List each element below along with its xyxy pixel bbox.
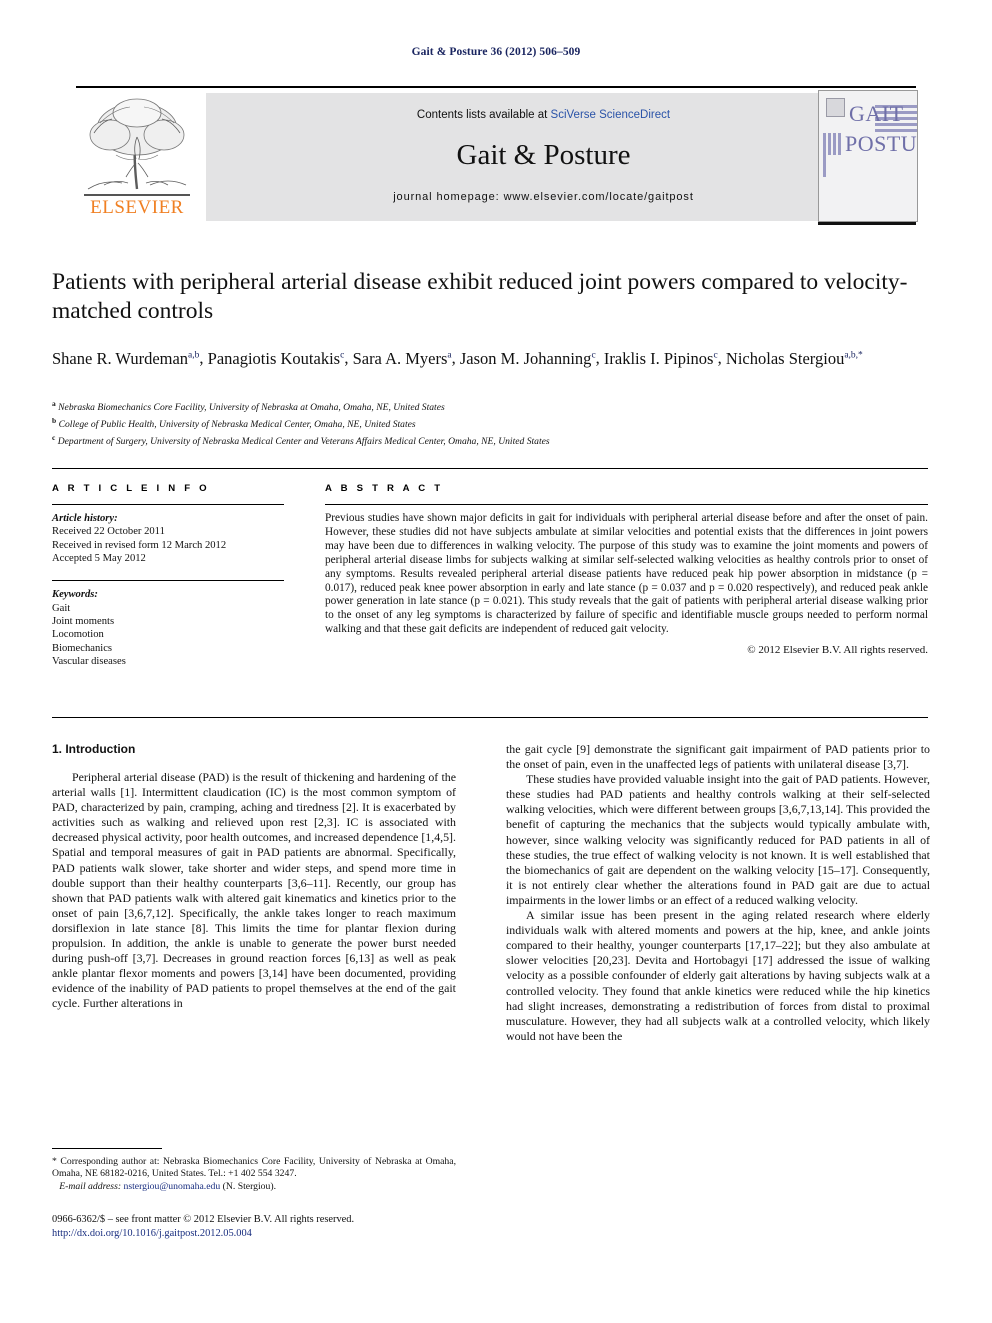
abstract-text: Previous studies have shown major defici… [325,512,928,636]
intro-paragraph-right-3: A similar issue has been present in the … [506,908,930,1043]
doi-link[interactable]: http://dx.doi.org/10.1016/j.gaitpost.201… [52,1227,482,1241]
keywords-label: Keywords: [52,589,98,601]
keywords-block: Keywords: Gait Joint moments Locomotion … [52,588,284,668]
article-history-item: Received 22 October 2011 [52,526,165,538]
author-list: Shane R. Wurdemana,b, Panagiotis Koutaki… [52,348,863,368]
author-entry: Panagiotis Koutakisc [208,349,345,368]
contents-prefix: Contents lists available at [416,109,551,121]
journal-article-page: Gait & Posture 36 (2012) 506–509 ELSEVIE… [0,0,992,1323]
journal-band: Contents lists available at SciVerse Sci… [206,93,881,221]
section-heading-introduction: 1. Introduction [52,742,136,756]
affiliation-mark: b [52,415,57,425]
intro-paragraph-right-1: the gait cycle [9] demonstrate the signi… [506,742,930,772]
footnote-marker: * [52,1156,57,1167]
journal-masthead: ELSEVIER Contents lists available at Sci… [76,86,918,225]
body-column-left: 1. Introduction Peripheral arterial dise… [52,742,456,1012]
affiliation-mark: c [52,432,56,442]
cover-title-posture: POSTURE [845,131,918,156]
affiliation-item: a Nebraska Biomechanics Core Facility, U… [52,398,932,415]
abstract-copyright: © 2012 Elsevier B.V. All rights reserved… [747,644,928,657]
imprint-copyright-line: 0966-6362/$ – see front matter © 2012 El… [52,1214,355,1225]
author-name: Shane R. Wurdeman [52,348,189,368]
sciencedirect-link[interactable]: SciVerse ScienceDirect [551,109,671,121]
footnote-email-owner: (N. Stergiou). [222,1180,276,1192]
article-history-item: Received in revised form 12 March 2012 [52,539,227,551]
cover-vertical-bars [823,133,845,177]
author-affil-mark: c [591,350,596,360]
author-affil-mark: a [447,350,452,360]
abstract-section-bottom-rule [52,717,928,718]
elsevier-tree-icon [80,93,194,197]
keyword-item: Gait [52,602,71,614]
cover-stamp-icon [826,98,845,117]
author-affil-mark: a,b [188,350,200,360]
author-entry: Sara A. Myersa [353,349,452,368]
elsevier-wordmark: ELSEVIER [90,197,184,218]
author-name: Jason M. Johanning [459,348,592,368]
author-entry: Nicholas Stergioua,b,* [726,349,863,368]
abstract-rule [325,504,928,505]
journal-cover-thumbnail: GAIT POSTURE [818,90,918,222]
author-name: Sara A. Myers [352,348,448,368]
article-history-item: Accepted 5 May 2012 [52,553,146,565]
author-entry: Shane R. Wurdemana,b [52,349,199,368]
author-entry: Iraklis I. Pipinosc [604,349,718,368]
abstract-section-top-rule [52,468,928,469]
author-name: Iraklis I. Pipinos [603,348,714,368]
abstract-column: A B S T R A C T Previous studies have sh… [325,483,928,656]
author-affil-mark: a,b,* [844,350,863,360]
keyword-item: Joint moments [52,616,115,628]
affiliation-mark: a [52,399,56,408]
keyword-item: Locomotion [52,629,104,641]
footnote-divider [52,1148,162,1149]
author-affil-mark: c [340,350,345,360]
affiliation-item: c Department of Surgery, University of N… [52,432,932,449]
affiliation-item: b College of Public Health, University o… [52,415,932,432]
body-column-right: the gait cycle [9] demonstrate the signi… [506,742,930,1044]
running-head: Gait & Posture 36 (2012) 506–509 [411,46,581,58]
article-info-column: A R T I C L E I N F O Article history: R… [52,483,284,669]
cover-title-gait: GAIT [849,101,904,126]
journal-title: Gait & Posture [456,139,631,171]
abstract-heading: A B S T R A C T [325,483,444,494]
keyword-item: Biomechanics [52,642,113,654]
author-name: Nicholas Stergiou [725,348,845,368]
author-affil-mark: c [713,350,718,360]
page-title: Patients with peripheral arterial diseas… [52,269,908,324]
elsevier-divider [84,194,190,196]
footnote-email-label: E-mail address: [59,1180,122,1192]
author-entry: Jason M. Johanningc [460,349,596,368]
keyword-item: Vascular diseases [52,656,126,668]
footnote-corresponding-text: Corresponding author at: Nebraska Biomec… [52,1156,457,1180]
contents-available-line: Contents lists available at SciVerse Sci… [206,109,881,121]
imprint-block: 0966-6362/$ – see front matter © 2012 El… [52,1213,482,1240]
affiliation-list: a Nebraska Biomechanics Core Facility, U… [52,398,932,448]
author-name: Panagiotis Koutakis [207,348,341,368]
article-history-label: Article history: [52,513,118,524]
intro-paragraph-right-2: These studies have provided valuable ins… [506,772,930,907]
affiliation-text: Nebraska Biomechanics Core Facility, Uni… [58,402,445,414]
footnote-email-link[interactable]: nstergiou@unomaha.edu [123,1181,220,1192]
article-info-heading: A R T I C L E I N F O [52,483,210,494]
elsevier-tree-svg [87,98,187,190]
affiliation-text: Department of Surgery, University of Neb… [57,435,550,447]
article-history-block: Article history: Received 22 October 201… [52,512,284,566]
keywords-rule [52,579,284,582]
elsevier-logo: ELSEVIER [76,93,198,221]
affiliation-text: College of Public Health, University of … [58,418,416,430]
intro-paragraph-left: Peripheral arterial disease (PAD) is the… [52,770,456,1011]
cover-bottom-rule [818,222,916,225]
corresponding-author-footnote: * Corresponding author at: Nebraska Biom… [52,1156,456,1193]
article-info-rule [52,504,284,505]
journal-homepage-link[interactable]: journal homepage: www.elsevier.com/locat… [206,191,881,203]
